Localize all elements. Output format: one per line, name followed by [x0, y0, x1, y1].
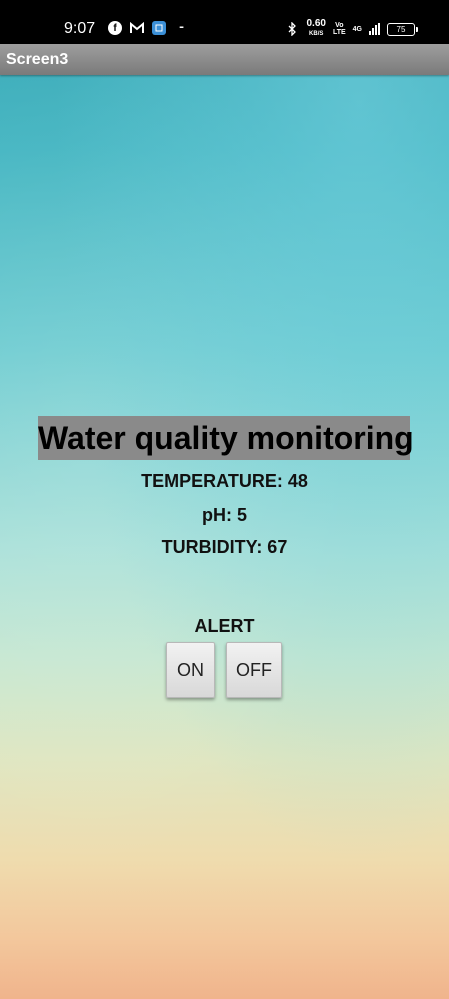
- gmail-icon: [130, 21, 144, 35]
- screen-title: Screen3: [6, 51, 69, 68]
- title-bar: Screen3: [0, 44, 449, 75]
- network-speed-unit: KB/S: [309, 31, 324, 37]
- page-heading: Water quality monitoring: [38, 416, 414, 460]
- system-icons: 0.60 KB/S Vo LTE 4G 75: [285, 19, 418, 39]
- volte-indicator: Vo LTE: [333, 22, 346, 36]
- volte-top: Vo: [335, 22, 344, 29]
- network-type: 4G: [352, 25, 362, 33]
- ph-reading: pH: 5: [202, 505, 247, 525]
- app-screen: 9:07 f ▪▪▪ 0.60 KB/S Vo LTE 4G 75 Screen…: [0, 0, 449, 999]
- battery-level: 75: [396, 24, 406, 34]
- network-speed: 0.60 KB/S: [306, 19, 325, 39]
- bluetooth-icon: [285, 22, 299, 36]
- alert-on-button[interactable]: ON: [166, 642, 215, 698]
- battery-icon: 75: [387, 22, 418, 36]
- status-bar: 9:07 f ▪▪▪ 0.60 KB/S Vo LTE 4G 75: [0, 0, 449, 44]
- status-time: 9:07: [64, 20, 96, 37]
- turbidity-reading: TURBIDITY: 67: [161, 537, 288, 557]
- volte-bottom: LTE: [332, 29, 346, 36]
- alert-label: ALERT: [194, 616, 255, 636]
- notification-icons: f ▪▪▪: [108, 21, 188, 35]
- app-icon: [152, 21, 166, 35]
- alert-off-button[interactable]: OFF: [226, 642, 282, 698]
- facebook-icon: f: [108, 21, 122, 35]
- temperature-reading: TEMPERATURE: 48: [141, 471, 308, 491]
- network-speed-value: 0.60: [306, 18, 326, 29]
- notification-dots-icon: ▪▪▪: [179, 25, 183, 31]
- signal-icon: [369, 23, 380, 35]
